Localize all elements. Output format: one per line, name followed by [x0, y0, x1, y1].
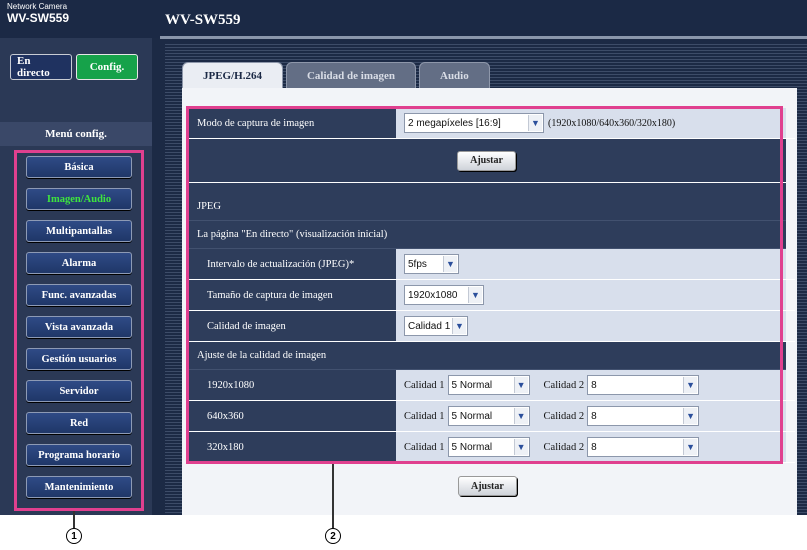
- chevron-down-icon: ▼: [443, 256, 457, 272]
- capture-mode-label: Modo de captura de imagen: [187, 108, 396, 138]
- chevron-down-icon: ▼: [513, 408, 528, 424]
- quality1-label: Calidad 1: [404, 379, 445, 391]
- menu-item-alarma[interactable]: Alarma: [26, 252, 132, 274]
- quality2-value: 8: [591, 379, 597, 391]
- size-value: 1920x1080: [408, 289, 458, 301]
- chevron-down-icon: ▼: [513, 439, 528, 455]
- quality-row: Calidad de imagen Calidad 1 ▼: [187, 311, 795, 342]
- chevron-down-icon: ▼: [683, 408, 698, 424]
- resolution-label: 640x360: [187, 401, 396, 431]
- callout-2-line: [332, 464, 334, 528]
- quality-adjust-section-heading: Ajuste de la calidad de imagen: [187, 342, 786, 370]
- quality1-label: Calidad 1: [404, 410, 445, 422]
- menu-title: Menú config.: [0, 122, 152, 146]
- title-divider: [160, 36, 807, 39]
- chevron-down-icon: ▼: [452, 318, 466, 334]
- quality2-select[interactable]: 8 ▼: [587, 375, 700, 395]
- quality2-value: 8: [591, 410, 597, 422]
- quality1-select[interactable]: 5 Normal ▼: [447, 437, 530, 457]
- callout-1: 1: [66, 528, 82, 544]
- live-page-section-heading: La página "En directo" (visualización in…: [187, 221, 786, 249]
- camera-config-screen: Network Camera WV-SW559 WV-SW559 En dire…: [0, 0, 807, 515]
- refresh-row: Intervalo de actualización (JPEG)* 5fps …: [187, 249, 795, 280]
- menu-item-vista-avanzada[interactable]: Vista avanzada: [26, 316, 132, 338]
- quality1-value: 5 Normal: [451, 410, 493, 422]
- config-button[interactable]: Config.: [76, 54, 138, 80]
- size-row: Tamaño de captura de imagen 1920x1080 ▼: [187, 280, 795, 311]
- menu-item-multipantallas[interactable]: Multipantallas: [26, 220, 132, 242]
- apply-row: Ajustar: [187, 139, 786, 183]
- tab-jpeg-h264[interactable]: JPEG/H.264: [182, 62, 283, 88]
- tab-audio[interactable]: Audio: [419, 62, 490, 88]
- size-select[interactable]: 1920x1080 ▼: [404, 285, 484, 305]
- tab-panel: Modo de captura de imagen 2 megapíxeles …: [182, 88, 797, 515]
- menu-item-func-avanzadas[interactable]: Func. avanzadas: [26, 284, 132, 306]
- quality2-select[interactable]: 8 ▼: [587, 406, 700, 426]
- brand-subtitle: Network Camera: [7, 2, 68, 11]
- tab-bar: JPEG/H.264 Calidad de imagen Audio: [182, 62, 493, 88]
- chevron-down-icon: ▼: [528, 115, 542, 131]
- quality1-value: 5 Normal: [451, 379, 493, 391]
- resolution-label: 1920x1080: [187, 370, 396, 400]
- menu-item-red[interactable]: Red: [26, 412, 132, 434]
- quality1-label: Calidad 1: [404, 441, 445, 453]
- page-title: WV-SW559: [165, 12, 241, 28]
- capture-mode-row: Modo de captura de imagen 2 megapíxeles …: [187, 108, 795, 139]
- chevron-down-icon: ▼: [468, 287, 482, 303]
- quality1-select[interactable]: 5 Normal ▼: [447, 406, 530, 426]
- menu-item-gestion-usuarios[interactable]: Gestión usuarios: [26, 348, 132, 370]
- menu-item-imagen-audio[interactable]: Imagen/Audio: [26, 188, 132, 210]
- refresh-label: Intervalo de actualización (JPEG)*: [187, 249, 396, 279]
- tab-calidad-imagen[interactable]: Calidad de imagen: [285, 62, 416, 88]
- menu-item-basica[interactable]: Básica: [26, 156, 132, 178]
- chevron-down-icon: ▼: [513, 377, 528, 393]
- quality1-select[interactable]: 5 Normal ▼: [447, 375, 530, 395]
- quality2-label: Calidad 2: [543, 441, 585, 453]
- menu-item-mantenimiento[interactable]: Mantenimiento: [26, 476, 132, 498]
- menu-item-servidor[interactable]: Servidor: [26, 380, 132, 402]
- callout-2: 2: [325, 528, 341, 544]
- chevron-down-icon: ▼: [683, 439, 698, 455]
- resolution-row: 320x180 Calidad 1 5 Normal ▼ Calidad 2 8 ▼: [187, 432, 795, 463]
- capture-mode-value: 2 megapíxeles [16:9]: [408, 117, 501, 129]
- resolution-row: 1920x1080 Calidad 1 5 Normal ▼ Calidad 2 …: [187, 370, 795, 401]
- callout-1-line: [73, 511, 75, 528]
- menu-item-programa-horario[interactable]: Programa horario: [26, 444, 132, 466]
- quality-value: Calidad 1: [408, 320, 451, 332]
- section-gap: [187, 183, 786, 193]
- settings-form: Modo de captura de imagen 2 megapíxeles …: [187, 108, 795, 463]
- live-button[interactable]: En directo: [10, 54, 72, 80]
- quality-select[interactable]: Calidad 1 ▼: [404, 316, 468, 336]
- capture-mode-select[interactable]: 2 megapíxeles [16:9] ▼: [404, 113, 544, 133]
- top-bar: Network Camera WV-SW559 WV-SW559: [0, 0, 807, 38]
- sidebar: En directo Config. Menú config. Básica I…: [0, 38, 152, 515]
- quality2-select[interactable]: 8 ▼: [587, 437, 700, 457]
- quality1-value: 5 Normal: [451, 441, 493, 453]
- quality2-label: Calidad 2: [543, 379, 585, 391]
- size-label: Tamaño de captura de imagen: [187, 280, 396, 310]
- capture-mode-note: (1920x1080/640x360/320x180): [548, 117, 676, 129]
- resolution-row: 640x360 Calidad 1 5 Normal ▼ Calidad 2 8 ▼: [187, 401, 795, 432]
- main-area: JPEG/H.264 Calidad de imagen Audio Modo …: [165, 42, 807, 515]
- chevron-down-icon: ▼: [683, 377, 698, 393]
- refresh-select[interactable]: 5fps ▼: [404, 254, 459, 274]
- resolution-label: 320x180: [187, 432, 396, 462]
- brand-model: WV-SW559: [7, 11, 70, 25]
- quality2-label: Calidad 2: [543, 410, 585, 422]
- refresh-value: 5fps: [408, 258, 427, 270]
- mode-buttons: En directo Config.: [10, 54, 138, 80]
- apply-button[interactable]: Ajustar: [457, 150, 516, 171]
- brand-logo: Network Camera WV-SW559: [7, 2, 70, 25]
- apply-button-bottom[interactable]: Ajustar: [458, 476, 517, 496]
- jpeg-section-heading: JPEG: [187, 193, 786, 221]
- quality2-value: 8: [591, 441, 597, 453]
- config-menu: Básica Imagen/Audio Multipantallas Alarm…: [26, 156, 132, 508]
- quality-label: Calidad de imagen: [187, 311, 396, 341]
